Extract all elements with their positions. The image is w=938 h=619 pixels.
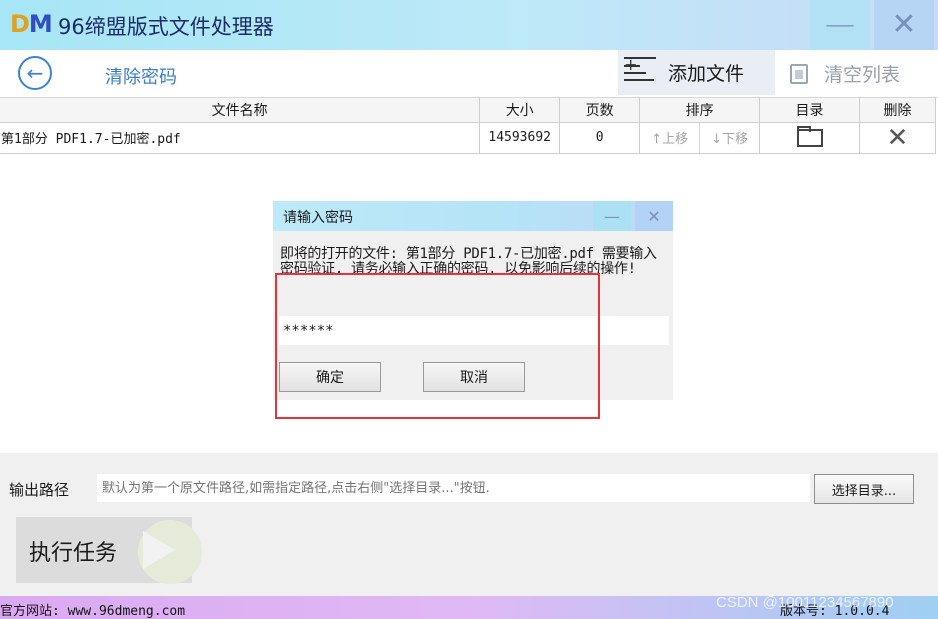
play-icon (143, 531, 175, 569)
close-icon: ✕ (647, 206, 661, 226)
trash-icon (790, 63, 808, 84)
close-icon: ✕ (891, 7, 917, 42)
move-down-button[interactable]: ↓下移 (700, 123, 759, 153)
move-up-label: ↑上移 (651, 132, 689, 147)
password-dialog: 请输入密码 — ✕ 即将的打开的文件: 第1部分 PDF1.7-已加密.pdf … (273, 201, 673, 400)
output-path-label: 输出路径 (9, 481, 70, 499)
add-file-label: 添加文件 (668, 63, 745, 85)
ok-button[interactable]: 确定 (279, 362, 381, 392)
clear-list-label: 清空列表 (824, 64, 901, 86)
toolbar: ← 清除密码 + 添加文件 清空列表 (0, 50, 938, 98)
file-table: 文件名称 大小 页数 排序 目录 删除 第1部分 PDF1.7-已加密.pdf … (0, 98, 936, 154)
delete-row-button[interactable]: ✕ (859, 122, 936, 154)
page-title: 清除密码 (105, 67, 177, 88)
header-delete[interactable]: 删除 (859, 98, 936, 123)
file-size-cell: 14593692 (479, 122, 561, 154)
choose-directory-button[interactable]: 选择目录... (814, 474, 914, 504)
title-bar: DM 96缔盟版式文件处理器 — ✕ (0, 0, 938, 50)
move-up-button[interactable]: ↑上移 (640, 122, 701, 153)
minimize-button[interactable]: — (810, 0, 870, 50)
output-panel: 输出路径 选择目录... 执行任务 (0, 453, 938, 596)
header-directory[interactable]: 目录 (759, 98, 860, 123)
dialog-title: 请输入密码 (283, 210, 353, 226)
dialog-message: 即将的打开的文件: 第1部分 PDF1.7-已加密.pdf 需要输入密码验证, … (280, 246, 657, 277)
cancel-button[interactable]: 取消 (423, 362, 525, 392)
folder-icon (796, 125, 823, 147)
password-input[interactable] (279, 316, 669, 345)
table-row[interactable]: 第1部分 PDF1.7-已加密.pdf 14593692 0 ↑上移 ↓下移 ✕ (0, 122, 936, 154)
file-name-cell: 第1部分 PDF1.7-已加密.pdf (0, 122, 481, 154)
move-down-label: ↓下移 (711, 132, 749, 147)
add-file-button[interactable]: + 添加文件 (618, 50, 775, 95)
watermark: CSDN @10011234567890 (716, 594, 894, 611)
dialog-close-button[interactable]: ✕ (635, 201, 673, 231)
back-button[interactable]: ← (18, 56, 52, 90)
open-folder-button[interactable] (759, 122, 860, 154)
sort-cell: ↑上移 ↓下移 (639, 122, 761, 154)
minimize-icon: — (604, 206, 620, 226)
output-path-input[interactable] (97, 474, 810, 502)
run-task-label: 执行任务 (29, 541, 118, 566)
app-logo: DM (10, 10, 53, 38)
run-task-button[interactable]: 执行任务 (16, 517, 202, 584)
app-title: 96缔盟版式文件处理器 (58, 15, 274, 39)
clear-list-button[interactable]: 清空列表 (790, 60, 900, 87)
add-list-icon: + (624, 56, 656, 85)
website-text: 官方网站: www.96dmeng.com (0, 604, 186, 619)
page-count-cell: 0 (559, 122, 641, 154)
table-header-row: 文件名称 大小 页数 排序 目录 删除 (0, 98, 936, 123)
header-name[interactable]: 文件名称 (0, 98, 481, 123)
minimize-icon: — (825, 7, 855, 42)
dialog-minimize-button[interactable]: — (593, 201, 631, 231)
header-pages[interactable]: 页数 (559, 98, 641, 123)
delete-icon: ✕ (886, 122, 909, 153)
dialog-title-bar: 请输入密码 — ✕ (273, 201, 673, 231)
arrow-left-icon: ← (26, 61, 44, 85)
close-button[interactable]: ✕ (874, 0, 934, 50)
header-size[interactable]: 大小 (479, 98, 561, 123)
header-sort[interactable]: 排序 (639, 98, 761, 123)
